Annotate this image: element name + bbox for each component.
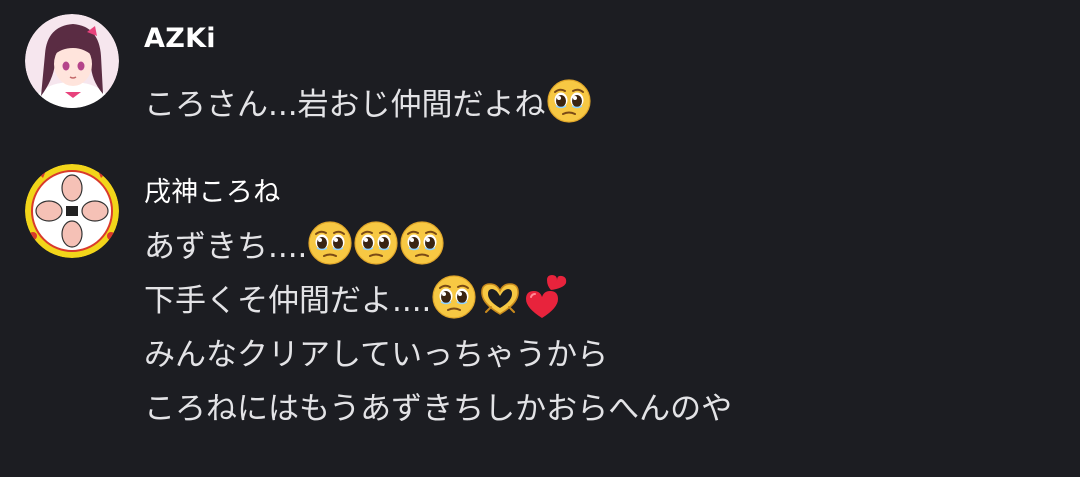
comment-text: 下手くそ仲間だよ....: [144, 282, 432, 319]
heart-hands-icon: [477, 274, 523, 320]
comment-line: 下手くそ仲間だよ....: [144, 270, 1044, 324]
comment-text: ころさん...岩おじ仲間だよね: [144, 86, 546, 123]
comment-line: ころねにはもうあずきちしかおらへんのや: [144, 378, 1044, 432]
comment-line: みんなクリアしていっちゃうから: [144, 324, 1044, 378]
comment-line: ころさん...岩おじ仲間だよね: [144, 74, 1044, 128]
two-hearts-icon: [523, 274, 569, 320]
pleading-face-icon: [431, 274, 477, 320]
comment-text: あずきち....: [144, 228, 308, 265]
comment-author[interactable]: 戌神ころね: [144, 176, 1044, 216]
comment-author[interactable]: AZKi: [144, 22, 1044, 62]
comment-feed: AZKi ころさん...岩おじ仲間だよね 戌神ころね あずきち.... 下手くそ…: [0, 0, 1080, 477]
pleading-face-icon: [399, 220, 445, 266]
pleading-face-icon: [546, 78, 592, 124]
pleading-face-icon: [353, 220, 399, 266]
comment-body: 戌神ころね あずきち.... 下手くそ仲間だよ.... みんなクリアしていっちゃ…: [144, 160, 1044, 432]
pleading-face-icon: [307, 220, 353, 266]
comment-line: あずきち....: [144, 216, 1044, 270]
anime-girl-avatar-icon[interactable]: [25, 14, 119, 108]
hands-emblem-avatar-icon[interactable]: [25, 164, 119, 258]
comment-text: みんなクリアしていっちゃうから: [144, 336, 609, 373]
comment-body: AZKi ころさん...岩おじ仲間だよね: [144, 10, 1044, 128]
comment-text: ころねにはもうあずきちしかおらへんのや: [144, 390, 733, 427]
